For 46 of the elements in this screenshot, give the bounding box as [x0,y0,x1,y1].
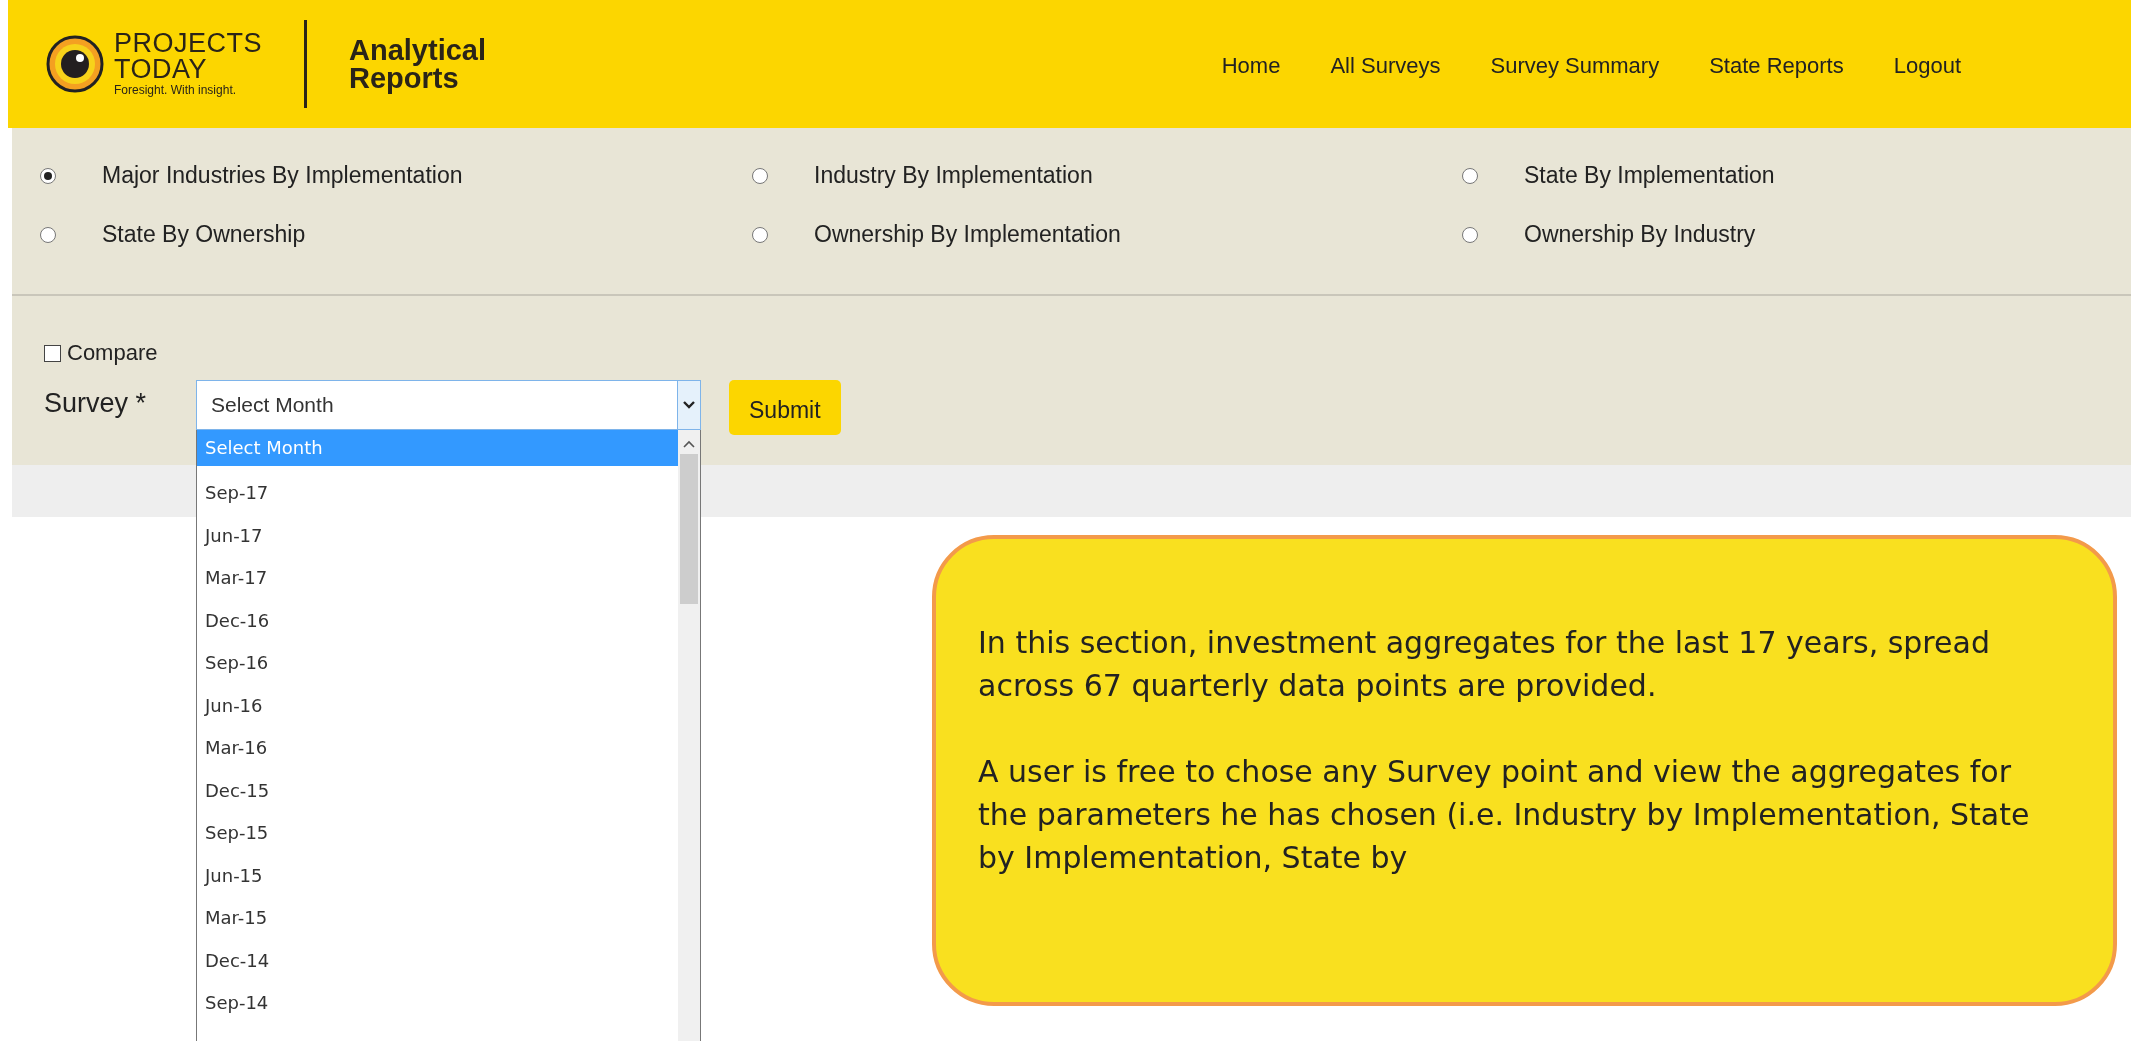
checkbox-label[interactable]: Compare [67,340,158,366]
field-label: Survey * [44,388,148,419]
brand-tagline: Foresight. With insight. [114,82,238,98]
dropdown-option[interactable]: Mar-15 [197,900,678,933]
brand-name: PROJECTS [114,30,263,56]
dropdown-option[interactable]: Jun-17 [197,517,678,551]
radio-button[interactable] [1462,226,1478,243]
chevron-down-icon [683,401,695,409]
nav-link[interactable]: State Reports [1709,53,1844,79]
radio-button[interactable] [40,167,56,184]
dropdown-option[interactable]: Jun-15 [197,857,678,891]
radio-button[interactable] [1462,167,1478,184]
dropdown-option[interactable]: Sep-16 [197,645,678,678]
radio-label[interactable]: Ownership By Implementation [814,221,1121,248]
dropdown-option[interactable]: Mar-17 [197,560,678,593]
dropdown-option[interactable]: Dec-15 [197,772,678,806]
dropdown-option[interactable]: Dec-16 [197,602,678,636]
radio-button[interactable] [752,226,768,243]
nav-link[interactable]: Survey Summary [1490,53,1660,79]
brand-name: TODAY [114,56,209,82]
radio-button[interactable] [752,167,768,184]
survey-select[interactable]: Select Month [196,380,701,430]
dropdown-option[interactable]: Sep-17 [197,475,678,508]
radio-label[interactable]: Ownership By Industry [1524,221,1756,248]
dropdown-option[interactable]: Mar-16 [197,730,678,763]
radio-label[interactable]: State By Implementation [1524,162,1775,189]
radio-label[interactable]: Major Industries By Implementation [102,162,463,189]
nav-link[interactable]: All Surveys [1330,53,1441,79]
scrollbar[interactable] [678,430,700,1041]
radio-label[interactable]: State By Ownership [102,221,306,248]
dropdown-option[interactable]: Sep-14 [197,985,678,1018]
dropdown-option[interactable]: Sep-15 [197,815,678,848]
submit-button[interactable]: Submit [729,380,841,435]
info-paragraph: In this section, investment aggregates for the last 17 years, spread across 67 quarterly data points are provided. [978,624,1991,705]
section-title: Analytical [349,36,487,64]
chevron-up-icon[interactable] [683,440,695,448]
dropdown-option[interactable]: Jun-16 [197,687,678,721]
scrollbar-thumb[interactable] [680,454,698,604]
radio-button[interactable] [40,226,56,243]
eye-logo-icon [46,35,104,93]
dropdown-option[interactable]: Dec-14 [197,942,678,976]
radio-label[interactable]: Industry By Implementation [814,162,1093,189]
info-paragraph: A user is free to chose any Survey point and view the aggregates for the parameters he has chosen (i.e. Industry by Implementation, State by Implementation, State by [978,753,2031,877]
checkbox[interactable] [44,344,61,362]
nav-link[interactable]: Logout [1893,53,1961,79]
nav-link[interactable]: Home [1221,53,1281,79]
